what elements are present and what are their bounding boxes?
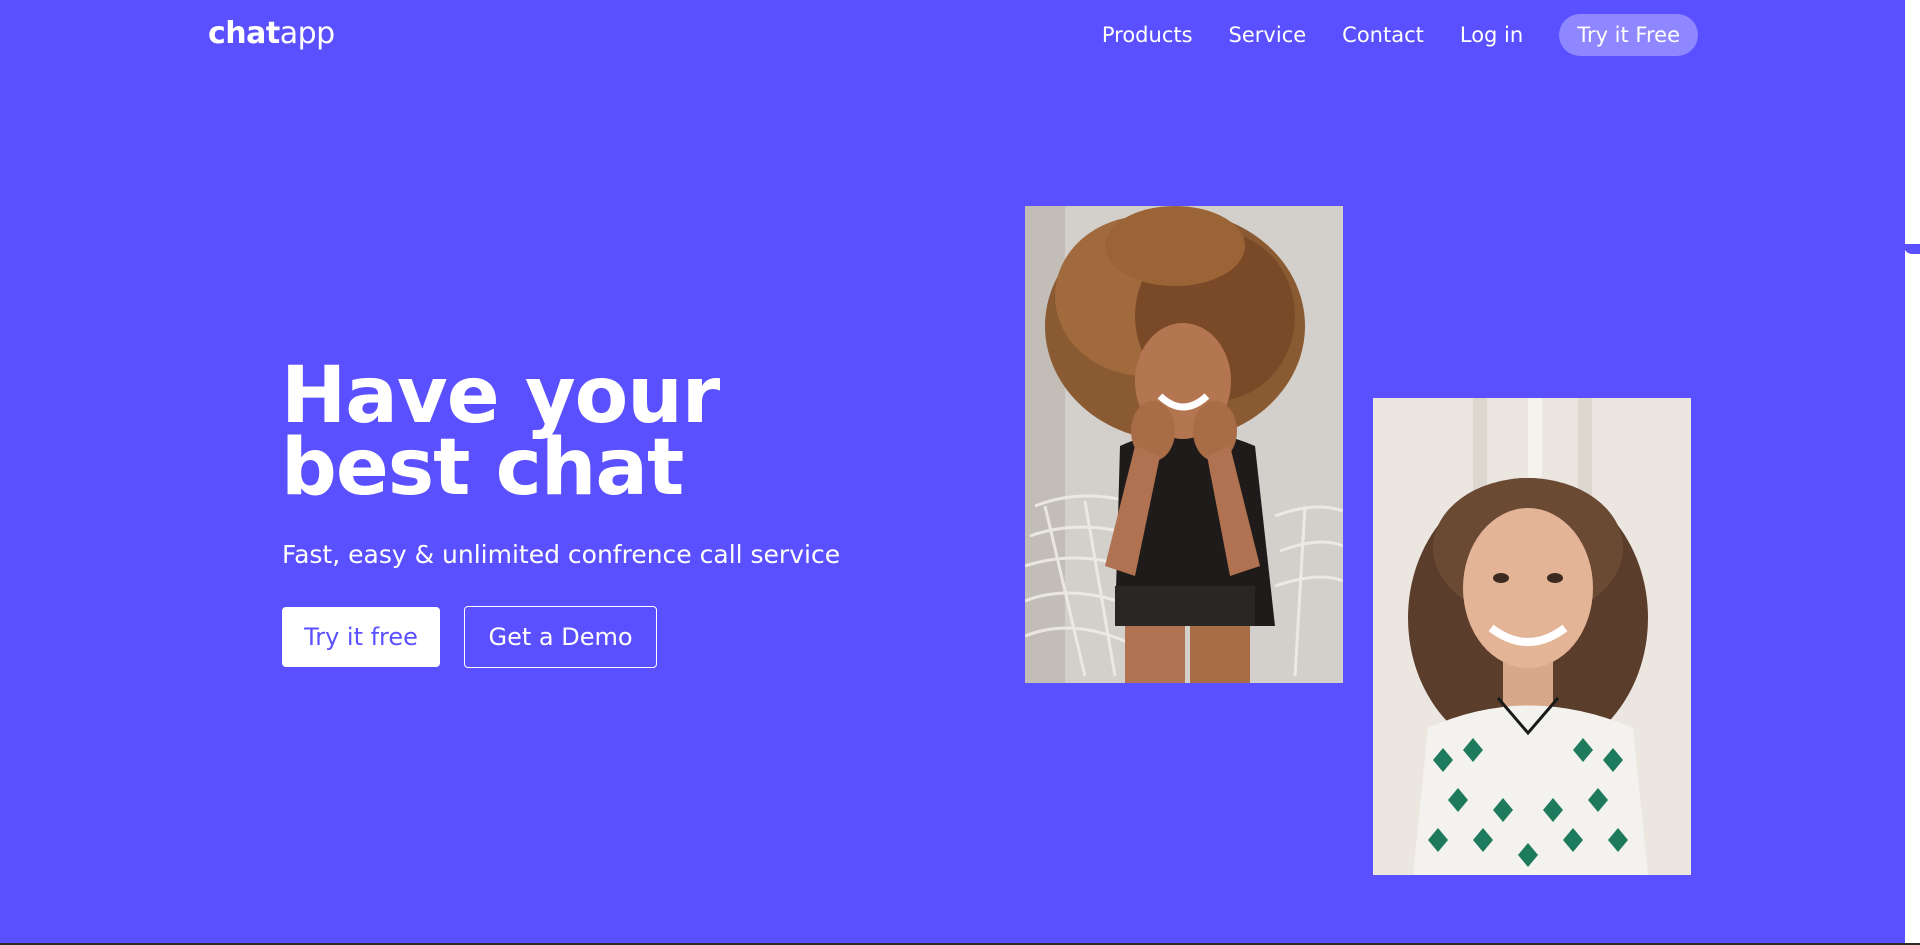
- photo-illustration-1: [1025, 206, 1343, 683]
- logo-light-text: app: [279, 16, 335, 51]
- scrollbar-thumb[interactable]: [1904, 244, 1920, 254]
- photo-illustration-2: [1373, 398, 1691, 875]
- hero-photo-curly-hair-woman: [1025, 206, 1343, 683]
- get-a-demo-button[interactable]: Get a Demo: [464, 606, 657, 668]
- logo-bold-text: chat: [208, 16, 280, 51]
- hero-title-line-2: best chat: [281, 423, 684, 513]
- nav-link-products[interactable]: Products: [1102, 15, 1193, 55]
- scrollbar-track[interactable]: [1905, 0, 1920, 945]
- landing-page: chatapp Products Service Contact Log in …: [0, 0, 1905, 943]
- hero-photo-smiling-woman: [1373, 398, 1691, 875]
- try-it-free-nav-button[interactable]: Try it Free: [1559, 14, 1698, 56]
- top-nav: chatapp Products Service Contact Log in …: [0, 0, 1905, 70]
- nav-link-login[interactable]: Log in: [1460, 15, 1523, 55]
- nav-link-service[interactable]: Service: [1229, 15, 1307, 55]
- nav-link-contact[interactable]: Contact: [1342, 15, 1424, 55]
- hero-subtitle: Fast, easy & unlimited confrence call se…: [282, 540, 841, 569]
- hero-title: Have your best chat: [281, 351, 720, 513]
- hero-title-line-1: Have your: [281, 351, 720, 441]
- try-it-free-button[interactable]: Try it free: [282, 607, 440, 667]
- logo[interactable]: chatapp: [208, 16, 335, 51]
- nav-links: Products Service Contact Log in Try it F…: [1102, 14, 1698, 56]
